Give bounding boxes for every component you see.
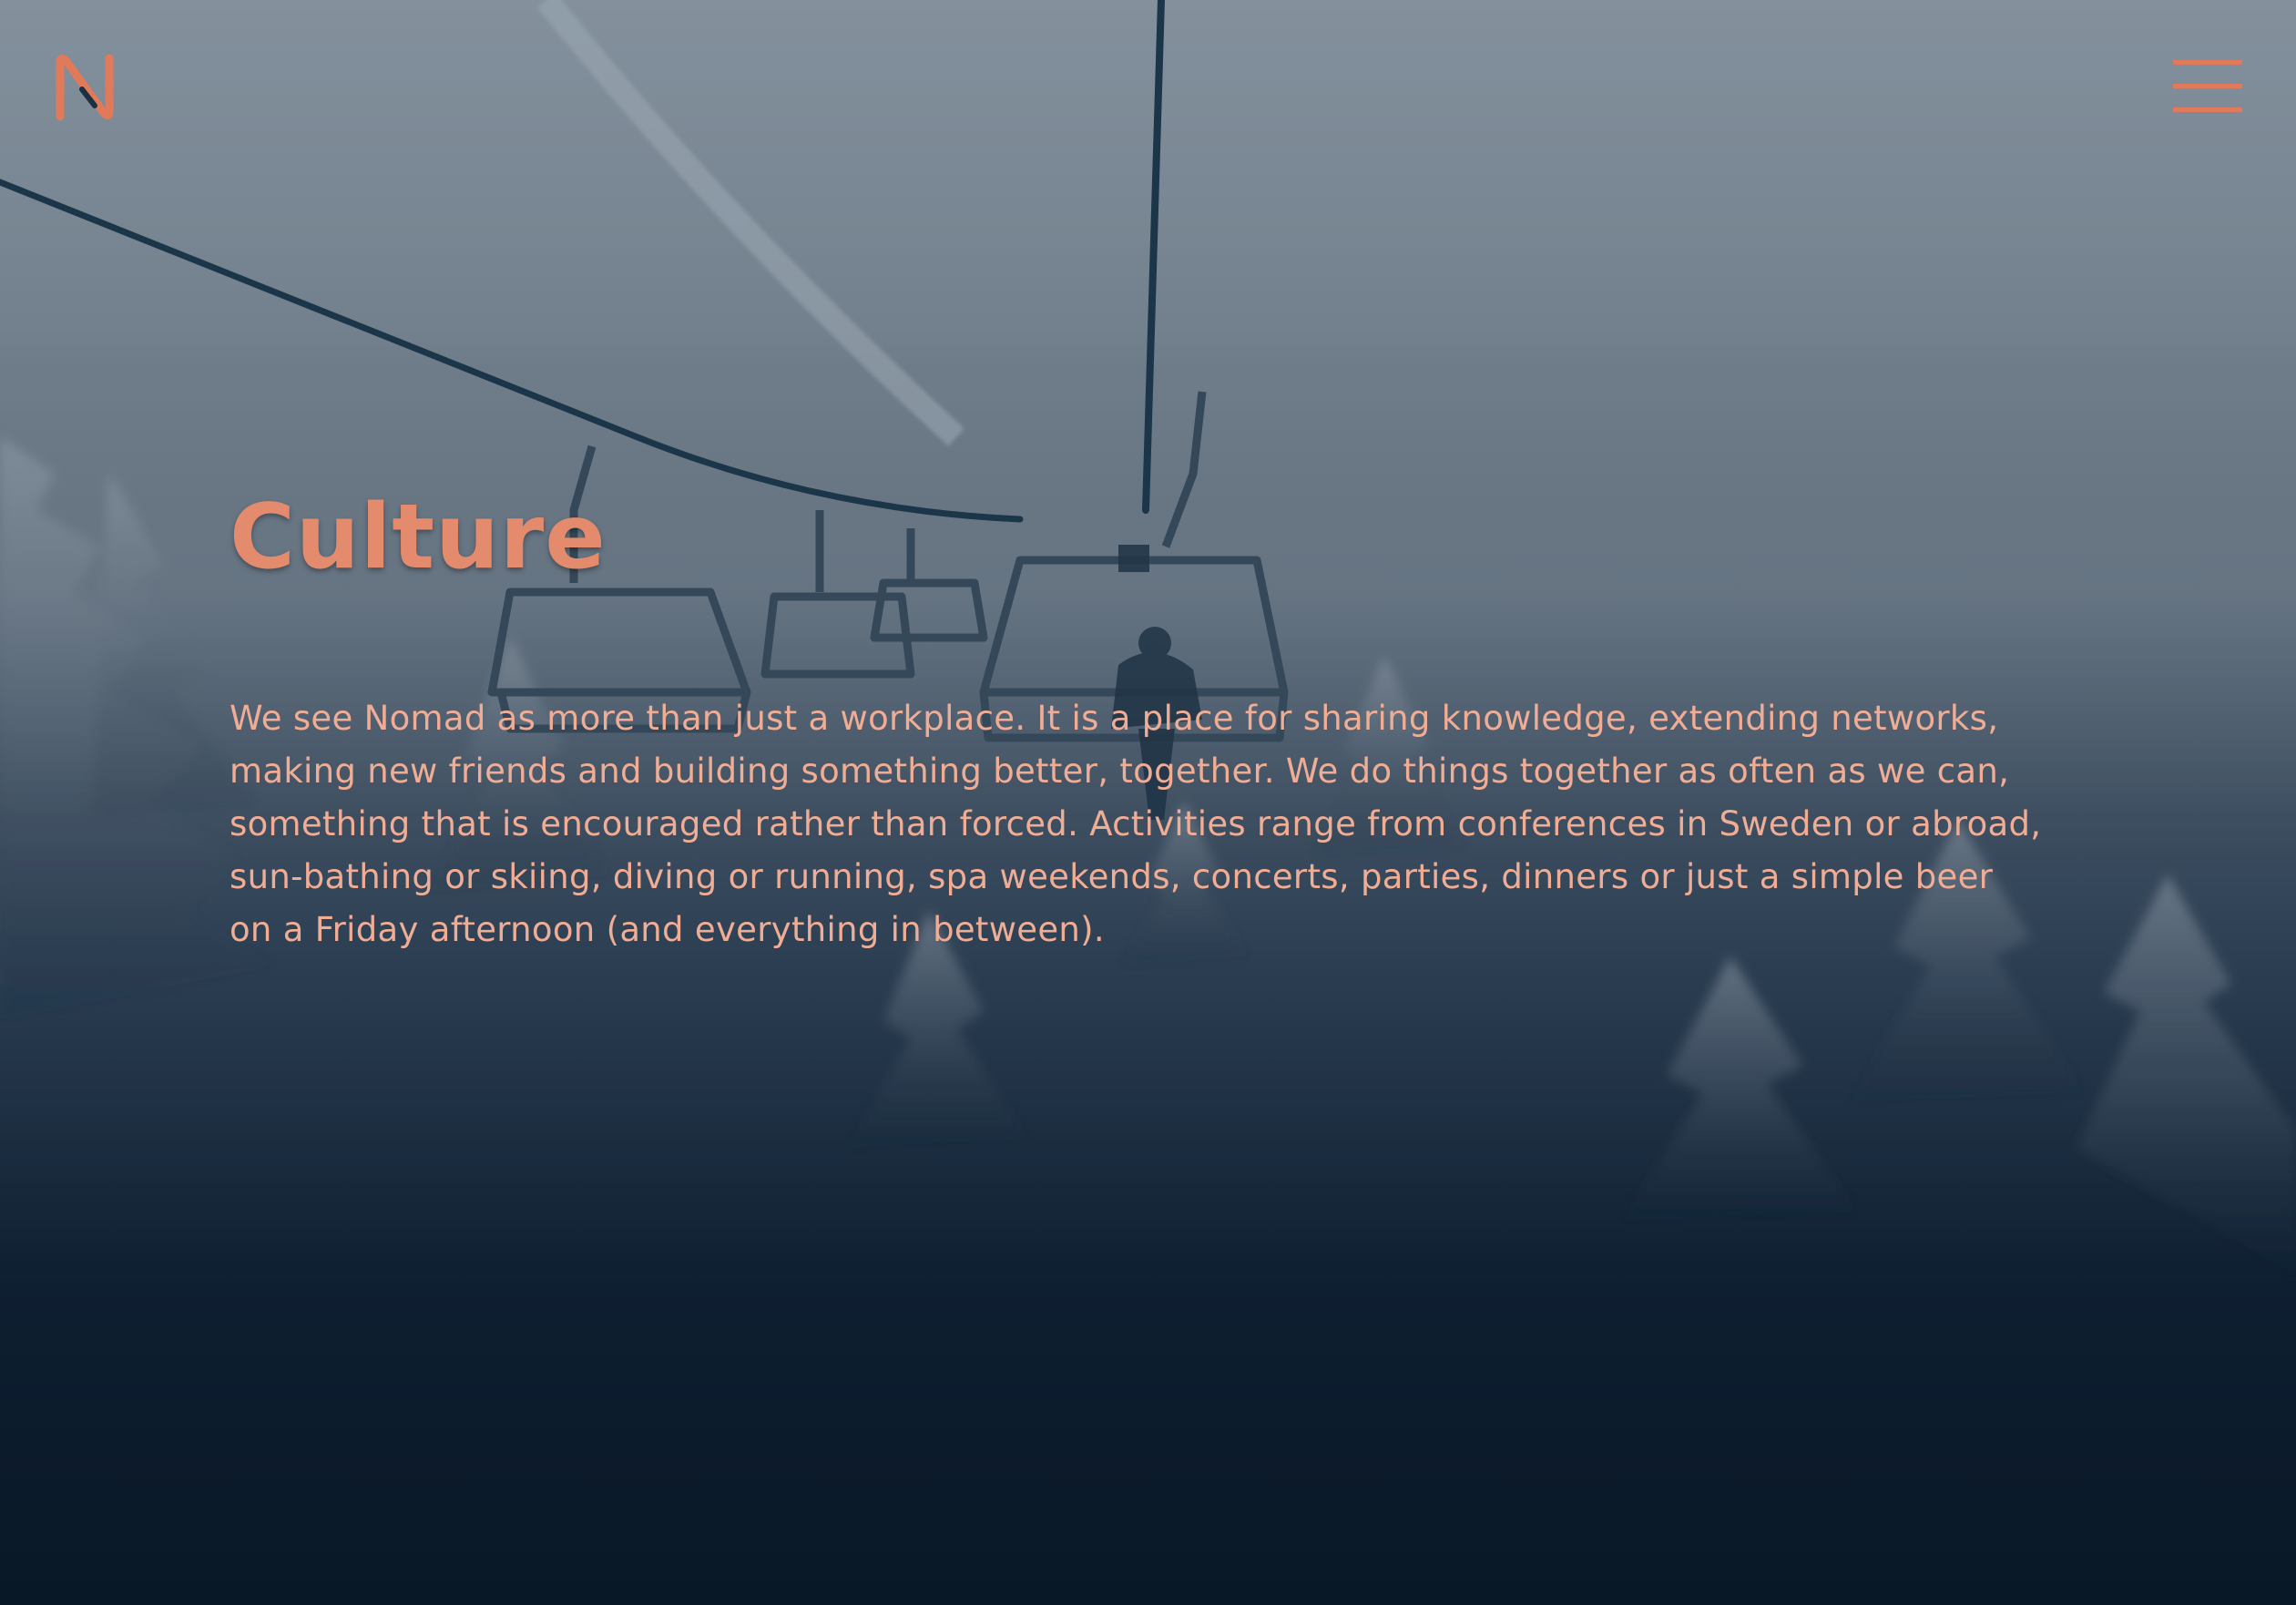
main-content: Culture We see Nomad as more than just a… xyxy=(230,483,2051,956)
menu-line xyxy=(2173,84,2242,88)
menu-line xyxy=(2173,60,2242,65)
menu-line xyxy=(2173,107,2242,112)
page-title: Culture xyxy=(230,486,607,589)
hamburger-menu-icon[interactable] xyxy=(2173,60,2242,113)
culture-description: We see Nomad as more than just a workpla… xyxy=(230,699,2042,949)
nomad-logo[interactable] xyxy=(55,53,115,122)
page: Culture We see Nomad as more than just a… xyxy=(0,0,2296,1605)
